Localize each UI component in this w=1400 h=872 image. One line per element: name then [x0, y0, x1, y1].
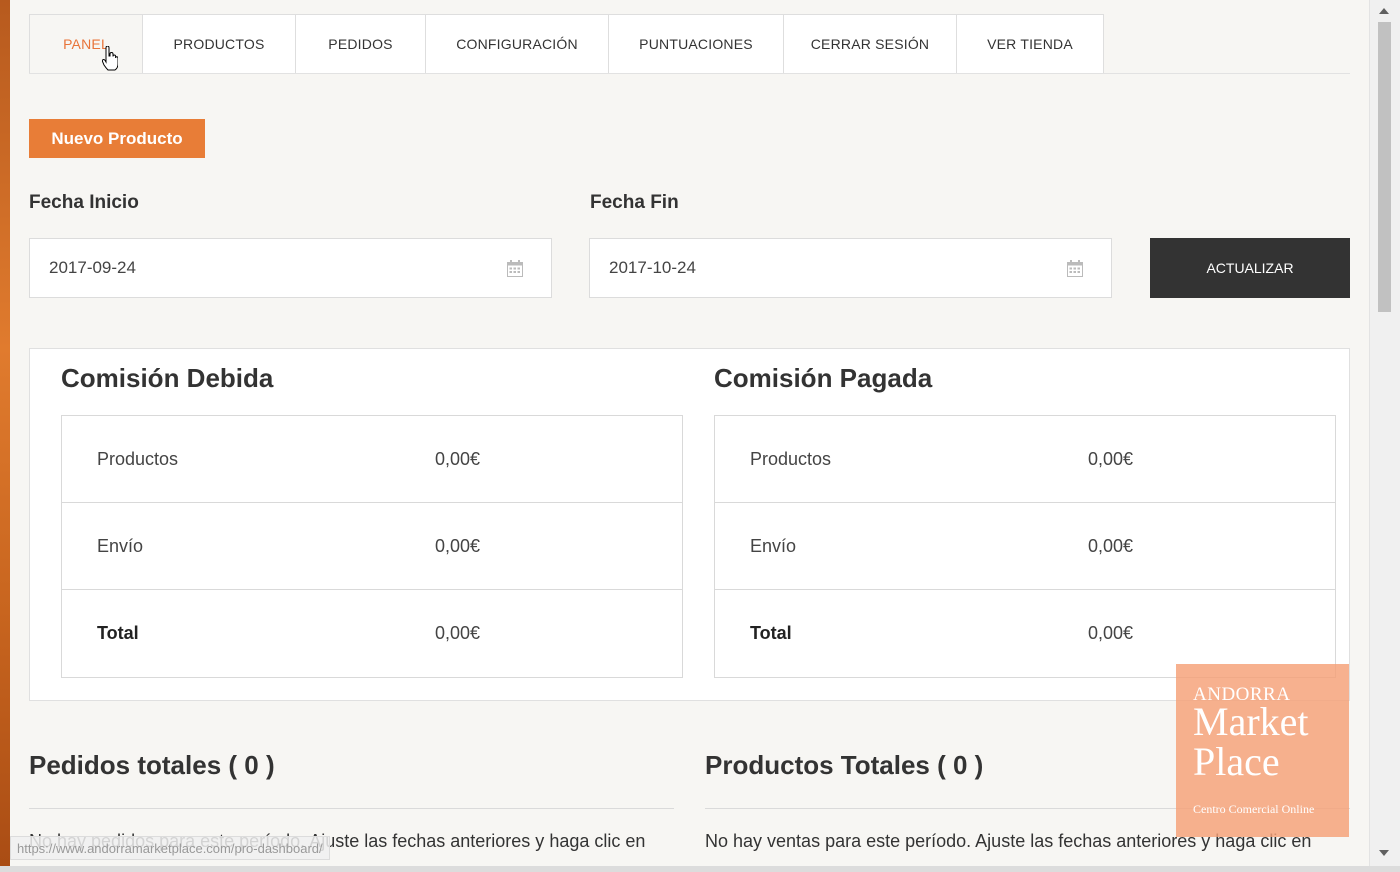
orders-total-title: Pedidos totales ( 0 ) [29, 750, 275, 780]
start-date-value: 2017-09-24 [49, 258, 136, 277]
table-row-total: Total 0,00€ [62, 590, 682, 677]
table-row: Envío 0,00€ [62, 503, 682, 590]
logo-tagline: Centro Comercial Online [1193, 802, 1315, 816]
tab-cerrar-sesion[interactable]: CERRAR SESIÓN [784, 14, 957, 74]
orders-divider [29, 808, 674, 809]
start-date-label: Fecha Inicio [29, 192, 139, 213]
end-date-label: Fecha Fin [590, 192, 679, 213]
dashboard-tabs: PANEL PRODUCTOS PEDIDOS CONFIGURACIÓN PU… [29, 14, 1104, 74]
vertical-scrollbar[interactable] [1369, 0, 1400, 872]
commission-due-table: Productos 0,00€ Envío 0,00€ Total 0,00€ [61, 415, 683, 678]
start-date-input[interactable]: 2017-09-24 [29, 238, 552, 298]
commission-due-title: Comisión Debida [61, 363, 274, 393]
logo-line-2: Market [1193, 699, 1309, 744]
end-date-input[interactable]: 2017-10-24 [589, 238, 1112, 298]
row-value: 0,00€ [1088, 449, 1134, 469]
tab-puntuaciones[interactable]: PUNTUACIONES [609, 14, 784, 74]
row-value: 0,00€ [435, 536, 481, 556]
row-label: Envío [97, 536, 144, 556]
window-edge [0, 0, 10, 872]
row-label: Envío [750, 536, 797, 556]
row-label: Total [750, 623, 792, 643]
row-value: 0,00€ [435, 623, 481, 643]
tab-productos[interactable]: PRODUCTOS [143, 14, 296, 74]
logo-line-3: Place [1193, 739, 1280, 784]
row-value: 0,00€ [1088, 623, 1134, 643]
calendar-icon[interactable] [507, 260, 523, 277]
commission-paid-table: Productos 0,00€ Envío 0,00€ Total 0,00€ [714, 415, 1336, 678]
commission-summary: Comisión Debida Comisión Pagada Producto… [29, 348, 1350, 701]
row-value: 0,00€ [435, 449, 481, 469]
calendar-icon[interactable] [1067, 260, 1083, 277]
scroll-down-icon[interactable] [1379, 850, 1389, 856]
scroll-thumb[interactable] [1378, 22, 1391, 312]
commission-paid-title: Comisión Pagada [714, 363, 933, 393]
tab-pedidos[interactable]: PEDIDOS [296, 14, 426, 74]
row-label: Productos [750, 449, 832, 469]
row-label: Total [97, 623, 139, 643]
tab-configuracion[interactable]: CONFIGURACIÓN [426, 14, 609, 74]
products-total-title: Productos Totales ( 0 ) [705, 750, 984, 780]
scroll-up-icon[interactable] [1379, 8, 1389, 14]
table-row: Productos 0,00€ [715, 416, 1335, 503]
page-viewport: PANEL PRODUCTOS PEDIDOS CONFIGURACIÓN PU… [10, 0, 1369, 872]
hand-cursor-icon [102, 46, 118, 71]
window-bottom-edge [0, 866, 1400, 872]
tabs-divider [29, 73, 1350, 74]
new-product-button[interactable]: Nuevo Producto [29, 119, 205, 158]
table-row: Productos 0,00€ [62, 416, 682, 503]
row-label: Productos [97, 449, 179, 469]
andorra-marketplace-logo: ANDORRA Market Place Centro Comercial On… [1176, 664, 1349, 837]
end-date-value: 2017-10-24 [609, 258, 696, 277]
row-value: 0,00€ [1088, 536, 1134, 556]
tab-ver-tienda[interactable]: VER TIENDA [957, 14, 1104, 74]
table-row: Envío 0,00€ [715, 503, 1335, 590]
tab-panel[interactable]: PANEL [29, 14, 143, 74]
update-button[interactable]: ACTUALIZAR [1150, 238, 1350, 298]
status-bar-url: https://www.andorramarketplace.com/pro-d… [10, 836, 330, 860]
